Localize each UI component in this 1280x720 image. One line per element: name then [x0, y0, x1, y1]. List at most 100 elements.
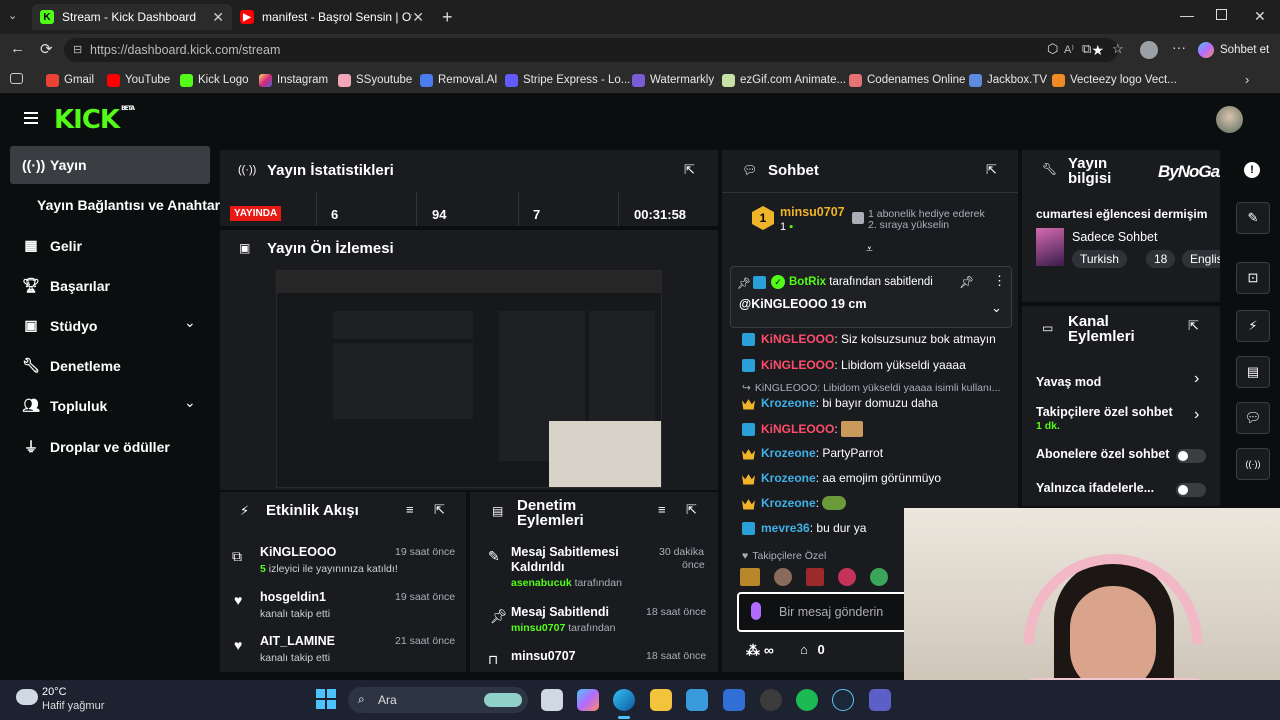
gifter-name[interactable]: minsu0707	[780, 205, 845, 219]
close-tab-icon[interactable]: ✕	[212, 9, 224, 26]
chat-message[interactable]: KiNGLEOOO:	[742, 421, 864, 437]
bookmark-kick-logo[interactable]: Kick Logo	[180, 71, 249, 89]
refresh-icon[interactable]: ⟳	[40, 40, 53, 58]
filter-icon[interactable]: ≡	[658, 502, 666, 517]
sidebar-item-studyo[interactable]: ▣ Stüdyo	[22, 317, 97, 334]
chat-message[interactable]: mevre36: bu dur ya	[742, 521, 866, 535]
sidebar-item-yayin[interactable]: ((·)) Yayın	[22, 157, 87, 173]
emotes-only-toggle[interactable]	[1176, 483, 1206, 497]
close-tab-icon[interactable]: ✕	[412, 9, 424, 26]
copilot-button[interactable]: Sohbet et	[1198, 39, 1269, 61]
new-tab-icon[interactable]: +	[442, 7, 453, 28]
tag[interactable]: English	[1182, 250, 1220, 268]
slow-mode-chevron-right-icon[interactable]: ›	[1194, 370, 1199, 388]
more-menu-icon[interactable]: ···	[1172, 39, 1186, 55]
bookmark-jackbox[interactable]: Jackbox.TV	[969, 71, 1047, 89]
chat-button[interactable]: 💬︎	[1236, 402, 1270, 434]
expand-chevron-down-icon[interactable]: ⌄	[991, 300, 1002, 316]
info-icon[interactable]: !	[1244, 162, 1260, 178]
sidebar-item-stream-key[interactable]: Yayın Bağlantısı ve Anahtarı	[37, 197, 224, 213]
activity-username[interactable]: AIT_LAMINE	[260, 634, 335, 648]
spotify-icon[interactable]	[796, 689, 818, 711]
studyo-chevron-down-icon[interactable]: ⌄	[184, 314, 196, 331]
broadcast-button[interactable]: ((·))	[1236, 448, 1270, 480]
extensions-icon[interactable]: ⬡	[1047, 41, 1058, 57]
mail-icon[interactable]	[723, 689, 745, 711]
bookmark-instagram[interactable]: Instagram	[259, 71, 328, 89]
teams-icon[interactable]	[869, 689, 891, 711]
followers-only-chevron-right-icon[interactable]: ›	[1194, 406, 1199, 424]
maximize-icon[interactable]	[1216, 9, 1227, 20]
microphone-icon[interactable]	[751, 602, 761, 620]
read-aloud-icon[interactable]: A⁾	[1064, 38, 1074, 62]
bookmarks-overflow-chevron-icon[interactable]: ›	[1245, 72, 1249, 87]
close-window-icon[interactable]: ✕	[1254, 8, 1266, 25]
followers-only-label[interactable]: Takipçilere özel sohbet	[1036, 405, 1173, 419]
store-icon[interactable]	[686, 689, 708, 711]
hamburger-menu-icon[interactable]	[24, 112, 38, 124]
back-icon[interactable]: ←	[10, 40, 25, 57]
notes-button[interactable]: ▤	[1236, 356, 1270, 388]
bookmark-codenames[interactable]: Codenames Online	[849, 71, 965, 89]
sidebar-item-droplar[interactable]: ⏚ Droplar ve ödüller	[22, 437, 170, 457]
steam-icon[interactable]	[832, 689, 854, 711]
bookmark-removal-ai[interactable]: Removal.AI	[420, 71, 497, 89]
taskbar-search[interactable]: ⌕ Ara	[348, 687, 528, 713]
edit-stream-button[interactable]: ✎	[1236, 202, 1270, 234]
weather-icon[interactable]	[16, 689, 38, 705]
sidebar-item-denetleme[interactable]: 🔧︎ Denetleme	[22, 357, 121, 374]
bookmark-manager-icon[interactable]	[10, 73, 23, 84]
sidebar-item-gelir[interactable]: ▦ Gelir	[22, 237, 82, 254]
tab-kick-dashboard[interactable]: K Stream - Kick Dashboard ✕	[32, 4, 232, 30]
bookmark-stripe-express[interactable]: Stripe Express - Lo...	[505, 71, 630, 89]
bookmark-ssyoutube[interactable]: SSyoutube	[338, 71, 412, 89]
start-windows-icon[interactable]	[316, 689, 336, 709]
bookmark-watermarkly[interactable]: Watermarkly	[632, 71, 714, 89]
points-indicator[interactable]: ⌂ 0	[800, 642, 825, 657]
minimize-icon[interactable]: —	[1180, 7, 1194, 23]
app-icon[interactable]	[760, 689, 782, 711]
category-name[interactable]: Sadece Sohbet	[1072, 230, 1158, 244]
popout-icon[interactable]: ⇱	[1188, 318, 1199, 334]
chat-message[interactable]: Krozeone: aa emojim görünmüyo	[742, 471, 941, 485]
bookmark-gmail[interactable]: Gmail	[46, 71, 94, 89]
stream-preview-video[interactable]	[276, 270, 662, 488]
slow-mode-label[interactable]: Yavaş mod	[1036, 375, 1101, 389]
chat-reply-preview[interactable]: ↪ KiNGLEOOO: Libidom yükseldi yaaaa isiml…	[742, 382, 1001, 394]
task-view-icon[interactable]	[541, 689, 563, 711]
tab-youtube-manifest[interactable]: ▶ manifest - Başrol Sensin | Official M …	[232, 4, 432, 30]
chat-message[interactable]: Krozeone:	[742, 496, 847, 510]
split-screen-icon[interactable]: ⧉	[1082, 41, 1091, 57]
favorites-icon[interactable]: ☆	[1112, 41, 1124, 57]
topluluk-chevron-down-icon[interactable]: ⌄	[184, 394, 196, 411]
copilot-taskbar-icon[interactable]	[577, 689, 599, 711]
bookmark-youtube[interactable]: YouTube	[107, 71, 170, 89]
subscribers-only-toggle[interactable]	[1176, 449, 1206, 463]
sidebar-item-basarilar[interactable]: 🏆︎ Başarılar	[22, 277, 110, 294]
chat-message[interactable]: Krozeone: bi bayır domuzu daha	[742, 396, 938, 410]
kick-logo[interactable]: KICK BETA	[54, 105, 135, 135]
clip-button[interactable]: ⊡	[1236, 262, 1270, 294]
lightning-button[interactable]: ⚡︎	[1236, 310, 1270, 342]
more-options-icon[interactable]: ⋮	[993, 273, 1006, 289]
chat-message[interactable]: Krozeone: PartyParrot	[742, 446, 883, 460]
file-explorer-icon[interactable]	[650, 689, 672, 711]
tag[interactable]: Turkish	[1072, 250, 1127, 268]
emote-strip[interactable]	[740, 568, 910, 588]
popout-icon[interactable]: ⇱	[986, 162, 997, 178]
popout-icon[interactable]: ⇱	[686, 502, 697, 518]
favorite-star-icon[interactable]: ★	[1091, 38, 1104, 62]
user-avatar[interactable]	[1216, 106, 1243, 133]
filter-icon[interactable]: ≡	[406, 502, 414, 517]
collapse-icon[interactable]: ⩡	[866, 242, 873, 257]
site-info-icon[interactable]: ⊟	[73, 38, 82, 62]
url-field[interactable]: ⊟ https://dashboard.kick.com/stream A⁾ ★	[64, 38, 1118, 62]
chat-message[interactable]: KiNGLEOOO: Libidom yükseldi yaaaa	[742, 358, 966, 372]
tag[interactable]: 18	[1146, 250, 1176, 268]
edge-icon[interactable]	[613, 689, 635, 711]
bookmark-ezgif[interactable]: ezGif.com Animate...	[722, 71, 846, 89]
tab-actions-chevron-icon[interactable]: ⌄	[8, 9, 17, 22]
chat-message[interactable]: KiNGLEOOO: Siz kolsuzsunuz bok atmayın	[742, 332, 996, 346]
activity-username[interactable]: KiNGLEOOO	[260, 545, 336, 559]
activity-username[interactable]: hosgeldin1	[260, 590, 326, 604]
